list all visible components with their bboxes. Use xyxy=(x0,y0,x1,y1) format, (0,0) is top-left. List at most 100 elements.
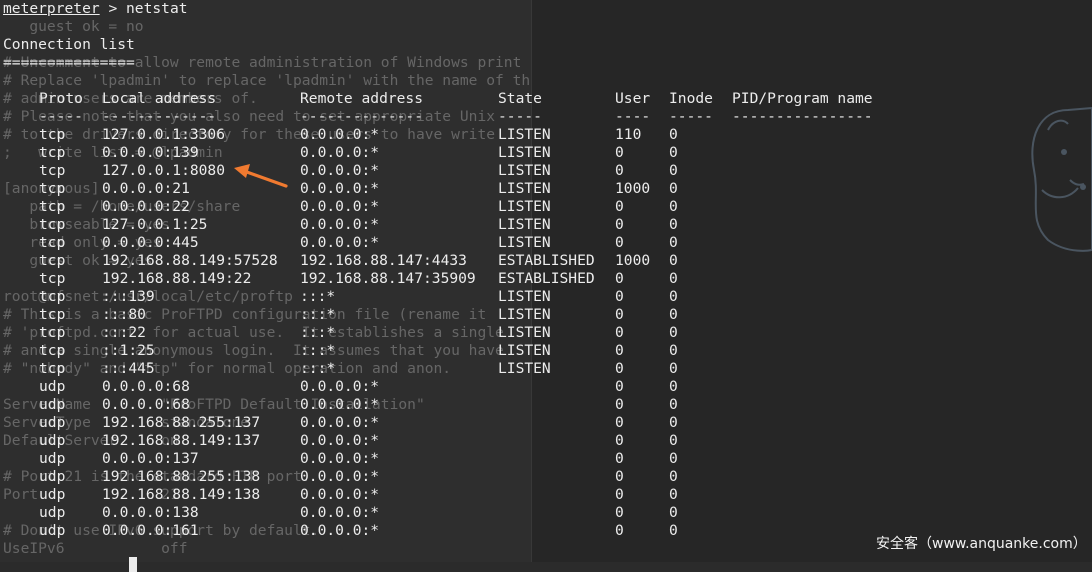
table-cell: 0 xyxy=(615,288,624,305)
table-cell: 0 xyxy=(669,432,678,449)
table-cell: 0.0.0.0:* xyxy=(300,522,380,539)
table-cell: 0 xyxy=(615,432,624,449)
table-cell: 192.168.88.149:57528 xyxy=(102,252,278,269)
table-cell: 0.0.0.0:* xyxy=(300,396,380,413)
table-cell: 0 xyxy=(615,450,624,467)
table-cell: 0 xyxy=(615,162,624,179)
table-cell: :::80 xyxy=(102,306,146,323)
table-cell: 192.168.88.147:35909 xyxy=(300,270,476,287)
watermark: 安全客（www.anquanke.com） xyxy=(876,536,1087,552)
table-cell: 0 xyxy=(669,324,678,341)
column-divider: ---- xyxy=(615,108,651,125)
table-cell: 192.168.88.147:4433 xyxy=(300,252,467,269)
prompt-name: meterpreter xyxy=(3,0,100,17)
table-cell: LISTEN xyxy=(498,216,551,233)
table-cell: 0.0.0.0:22 xyxy=(102,198,190,215)
table-cell: 0 xyxy=(669,216,678,233)
table-cell: udp xyxy=(39,396,66,413)
table-cell: :::445 xyxy=(102,360,155,377)
column-header: PID/Program name xyxy=(732,90,873,107)
table-cell: 0 xyxy=(669,234,678,251)
table-cell: 0 xyxy=(669,378,678,395)
table-cell: LISTEN xyxy=(498,198,551,215)
table-cell: tcp xyxy=(39,126,66,143)
table-cell: 0.0.0.0:* xyxy=(300,198,380,215)
table-cell: 127.0.0.1:8080 xyxy=(102,162,226,179)
table-cell: tcp xyxy=(39,288,66,305)
table-cell: udp xyxy=(39,378,66,395)
table-cell: :::139 xyxy=(102,288,155,305)
table-cell: 0 xyxy=(669,288,678,305)
table-cell: 0.0.0.0:* xyxy=(300,180,380,197)
table-cell: tcp xyxy=(39,180,66,197)
table-cell: 0 xyxy=(669,198,678,215)
table-cell: ::1:25 xyxy=(102,342,155,359)
table-cell: udp xyxy=(39,486,66,503)
table-cell: 0.0.0.0:68 xyxy=(102,396,190,413)
table-cell: tcp xyxy=(39,216,66,233)
table-cell: 0 xyxy=(669,180,678,197)
table-cell: 0.0.0.0:* xyxy=(300,504,380,521)
table-cell: 0 xyxy=(615,270,624,287)
table-cell: udp xyxy=(39,432,66,449)
table-cell: 0.0.0.0:138 xyxy=(102,504,199,521)
table-cell: 0 xyxy=(669,522,678,539)
table-cell: 0.0.0.0:* xyxy=(300,162,380,179)
table-cell: ESTABLISHED xyxy=(498,252,595,269)
table-cell: LISTEN xyxy=(498,288,551,305)
table-cell: 0.0.0.0:* xyxy=(300,378,380,395)
prompt-command: netstat xyxy=(126,0,188,17)
table-cell: LISTEN xyxy=(498,342,551,359)
table-cell: udp xyxy=(39,468,66,485)
column-divider: ----- xyxy=(498,108,542,125)
column-header: Inode xyxy=(669,90,713,107)
table-cell: 192.168.88.255:137 xyxy=(102,414,261,431)
table-cell: 0.0.0.0:68 xyxy=(102,378,190,395)
table-cell: LISTEN xyxy=(498,162,551,179)
prompt-line: meterpreter > netstat xyxy=(3,0,188,18)
column-divider: ----- xyxy=(669,108,713,125)
table-cell: 0 xyxy=(669,450,678,467)
table-cell: 192.168.88.149:138 xyxy=(102,486,261,503)
table-cell: 0 xyxy=(669,342,678,359)
table-cell: 0 xyxy=(615,342,624,359)
table-cell: :::22 xyxy=(102,324,146,341)
table-cell: udp xyxy=(39,450,66,467)
table-cell: 0 xyxy=(669,360,678,377)
table-cell: 0 xyxy=(615,216,624,233)
column-divider: ----- xyxy=(39,108,83,125)
column-divider: ---------------- xyxy=(732,108,873,125)
table-cell: tcp xyxy=(39,342,66,359)
table-cell: 0 xyxy=(615,144,624,161)
table-cell: 192.168.88.149:22 xyxy=(102,270,252,287)
table-cell: 0 xyxy=(615,378,624,395)
table-cell: tcp xyxy=(39,162,66,179)
arrow-pointer-icon xyxy=(234,164,288,188)
table-cell: 0 xyxy=(669,504,678,521)
table-cell: udp xyxy=(39,522,66,539)
table-cell: 0.0.0.0:* xyxy=(300,144,380,161)
column-header: Local address xyxy=(102,90,217,107)
table-cell: 0 xyxy=(615,324,624,341)
prompt-separator: > xyxy=(99,0,127,17)
table-cell: 110 xyxy=(615,126,642,143)
table-cell: 0 xyxy=(615,396,624,413)
terminal-cursor xyxy=(129,557,137,572)
table-cell: 0.0.0.0:* xyxy=(300,216,380,233)
column-header: Proto xyxy=(39,90,83,107)
table-cell: 0.0.0.0:139 xyxy=(102,144,199,161)
column-header: Remote address xyxy=(300,90,424,107)
table-cell: 0.0.0.0:* xyxy=(300,450,380,467)
table-cell: LISTEN xyxy=(498,126,551,143)
column-divider: -------------- xyxy=(300,108,424,125)
table-cell: :::* xyxy=(300,288,336,305)
terminal-output: meterpreter > netstat Connection list ==… xyxy=(0,0,1092,572)
table-cell: 0 xyxy=(669,306,678,323)
table-cell: 0 xyxy=(669,162,678,179)
table-cell: 1000 xyxy=(615,180,651,197)
table-cell: 0 xyxy=(615,504,624,521)
table-cell: :::* xyxy=(300,306,336,323)
table-cell: 0 xyxy=(615,486,624,503)
table-cell: tcp xyxy=(39,324,66,341)
table-cell: 127.0.0.1:3306 xyxy=(102,126,226,143)
